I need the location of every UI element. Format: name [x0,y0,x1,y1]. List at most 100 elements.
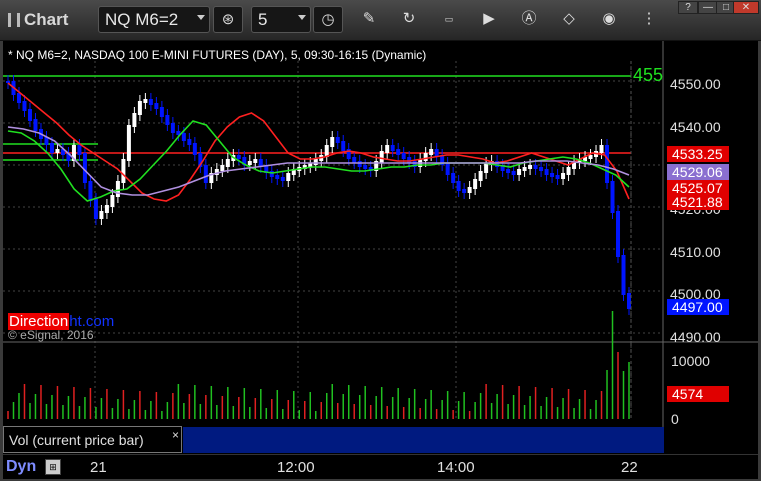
window-title: Chart [8,10,68,30]
close-button[interactable]: ✕ [733,1,759,14]
candle-body [280,177,285,181]
text-a-icon[interactable]: Ⓐ [518,8,540,30]
copyright: © eSignal, 2016 [8,328,94,342]
minimize-button[interactable]: — [698,1,718,14]
candle-body [616,211,621,257]
dynamic-mode-label[interactable]: Dyn [6,458,36,476]
symbol-dropdown-icon[interactable] [197,15,205,20]
candle-body [330,137,335,147]
chart-area[interactable]: * NQ M6=2, NASDAQ 100 E-MINI FUTURES (DA… [3,41,758,479]
candle-body [522,167,527,171]
ma-fast-line [7,82,630,202]
candle-body [181,133,186,141]
price-tick: 4490.00 [670,329,721,345]
candle-body [33,119,38,131]
candle-body [165,115,170,125]
clock-icon[interactable]: ◷ [313,6,343,33]
candle-body [451,173,456,183]
candle-body [137,101,142,115]
candle-body [22,101,27,111]
candle-body [605,145,610,183]
candle-body [352,157,357,163]
time-label-1400: 14:00 [437,459,475,476]
candle-body [533,165,538,169]
candle-body [599,145,604,153]
price-tick: 4510.00 [670,244,721,260]
price-badge: 4529.06 [667,164,729,180]
candle-body [159,107,164,117]
candle-body [390,145,395,151]
candle-body [121,159,126,183]
candle-body [550,173,555,177]
symbol-input[interactable]: NQ M6=2 [98,6,210,33]
price-badge: 4521.88 [667,194,729,210]
candle-body [357,161,362,167]
candle-body [126,125,131,161]
candle-body [99,211,104,219]
price-tick: 4550.00 [670,76,721,92]
price-tick: 4540.00 [670,119,721,135]
toolbar: Chart NQ M6=2 ⊛ 5 ◷ ✎ ↻ ▭ ▶ Ⓐ ◇ ◉ ⋮ ? — … [0,0,761,41]
candle-body [401,153,406,159]
interval-input[interactable]: 5 [251,6,311,33]
candle-body [379,151,384,163]
candle-body [341,141,346,151]
more-icon[interactable]: ⋮ [638,8,660,30]
chart-header: * NQ M6=2, NASDAQ 100 E-MINI FUTURES (DA… [8,48,427,62]
candle-body [286,173,291,181]
ticker-tag-icon[interactable]: ▭ [438,8,460,30]
eraser-icon[interactable]: ◇ [558,8,580,30]
refresh-icon[interactable]: ↻ [398,8,420,30]
interval-dropdown-icon[interactable] [298,15,306,20]
candle-body [335,137,340,143]
candle-body [423,153,428,161]
time-label-21: 21 [90,459,107,476]
volume-badge: 4574 [667,386,729,402]
symbol-value: NQ M6=2 [105,10,179,29]
candle-body [396,149,401,155]
candle-body [456,181,461,191]
candle-body [313,159,318,165]
price-badge: 4497.00 [667,299,729,315]
volume-tick-0: 0 [671,411,679,427]
candle-body [170,123,175,133]
dynamic-mode-icon[interactable]: ⊞ [45,459,61,475]
candle-body [467,187,472,193]
candle-body [429,149,434,155]
camera-icon[interactable]: ◉ [598,8,620,30]
volume-tick-10000: 10000 [671,353,710,369]
candle-body [528,165,533,169]
candle-body [269,171,274,177]
candle-body [110,195,115,207]
volume-legend-close-icon[interactable]: × [172,428,179,442]
candle-body [77,145,82,155]
candle-body [225,159,230,167]
level-line-label: 455 [633,65,664,85]
candle-body [6,81,10,83]
candle-body [148,99,153,105]
candle-body [566,167,571,175]
candle-body [511,171,516,175]
candle-body [517,169,522,175]
pencil-icon[interactable]: ✎ [358,8,380,30]
candle-body [363,165,368,169]
candle-body [253,159,258,163]
candle-body [132,113,137,127]
play-icon[interactable]: ▶ [478,8,500,30]
ma-slow-line [7,126,630,196]
chart-bars-icon [8,13,20,27]
candle-body [247,161,252,165]
interval-value: 5 [258,10,268,29]
candle-body [88,181,93,201]
candle-body [539,167,544,171]
candle-body [484,163,489,173]
price-volume-plot[interactable] [3,41,758,453]
volume-legend-strip [183,427,664,453]
help-button[interactable]: ? [678,1,698,14]
candle-body [203,165,208,183]
candle-body [236,155,241,159]
candle-body [55,149,60,153]
crosshair-cursor-icon[interactable]: ⊛ [213,6,243,33]
time-axis[interactable]: Dyn ⊞ 21 12:00 14:00 22 [3,454,758,479]
volume-legend[interactable]: Vol (current price bar) × [3,426,182,453]
